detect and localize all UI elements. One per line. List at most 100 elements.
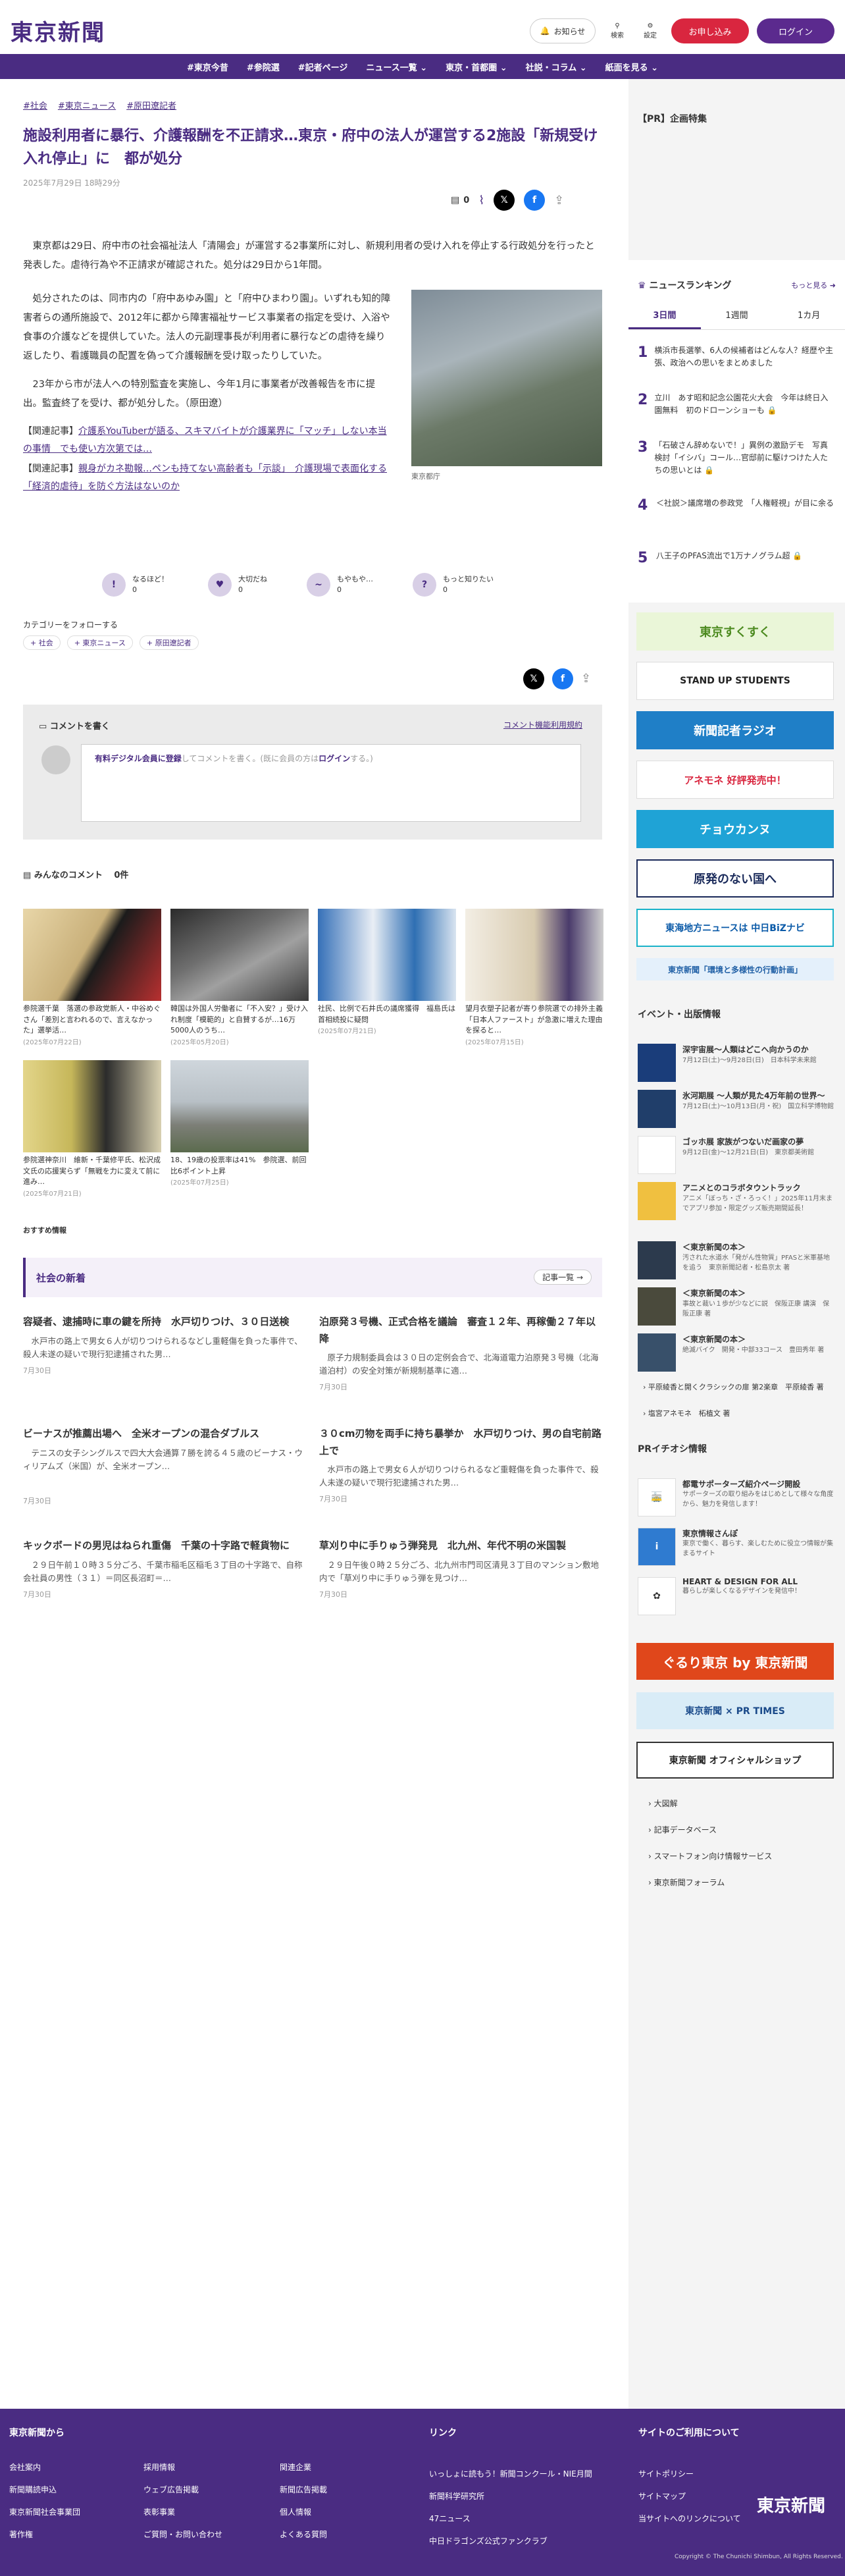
ranking-item[interactable]: 5 八王子のPFAS流出で1万ナノグラム超 🔒 [638, 550, 835, 566]
footer-logo[interactable]: 東京新聞 [757, 2492, 825, 2517]
comment-rules-link[interactable]: コメント機能利用規約 [503, 719, 582, 730]
footer-link[interactable]: サイトマップ [638, 2490, 686, 2502]
event-item[interactable]: 深宇宙展〜人類はどこへ向かうのか 7月12日(土)〜9月28日(日) 日本科学未来… [638, 1044, 835, 1082]
nav-item-election[interactable]: #参院選 [247, 61, 280, 73]
footer-link[interactable]: 当サイトへのリンクについて [638, 2513, 741, 2524]
tag-link[interactable]: #東京ニュース [58, 99, 116, 111]
event-item[interactable]: 氷河期展 〜人類が見た4万年前の世界〜 7月12日(土)〜10月13日(月・祝) … [638, 1090, 835, 1128]
news-item[interactable]: 容疑者、逮捕時に車の鍵を所持 水戸切りつけ、３０日送検 水戸市の路上で男女６人が切… [23, 1314, 306, 1376]
tab-1month[interactable]: 1カ月 [773, 302, 845, 329]
sidebar-link[interactable]: › スマートフォン向け情報サービス [648, 1850, 772, 1862]
event-item[interactable]: アニメとのコラボタウントラック アニメ「ぼっち・ざ・ろっく！」2025年11月末ま… [638, 1182, 835, 1220]
tag-link[interactable]: #社会 [23, 99, 47, 111]
footer-link[interactable]: 中日ドラゴンズ公式ファンクラブ [429, 2535, 548, 2546]
banner-reporter-radio[interactable]: 新聞記者ラジオ [636, 711, 834, 749]
event-item[interactable]: ゴッホ展 家族がつないだ画家の夢 9月12日(金)〜12月21日(日) 東京都美術… [638, 1136, 835, 1174]
reaction-button[interactable]: ! なるほど！ 0 [102, 573, 168, 597]
footer-link[interactable]: 個人情報 [280, 2506, 311, 2517]
footer-link[interactable]: 新聞広告掲載 [280, 2484, 327, 2495]
ranking-item[interactable]: 3 「石破さん辞めないで！」異例の激励デモ 写真検討「イシバ」コール…官邸前に駆け… [638, 439, 835, 477]
login-button[interactable]: ログイン [757, 18, 834, 43]
event-item[interactable]: ＜東京新聞の本＞ 絶滅バイク 開発・中部33コース 豊田秀年 著 [638, 1333, 835, 1372]
footer-link[interactable]: 関連企業 [280, 2461, 311, 2473]
footer-link[interactable]: 会社案内 [9, 2461, 41, 2473]
facebook-share-icon[interactable]: f [524, 190, 546, 211]
reaction-button[interactable]: ~ もやもや… 0 [307, 573, 373, 597]
site-logo[interactable]: 東京新聞 [11, 14, 105, 47]
x-share-icon[interactable]: 𝕏 [494, 190, 515, 211]
event-link[interactable]: › 平原綾香と開くクラシックの扉 第2楽章 平原綾香 著 [643, 1382, 824, 1392]
nav-item-tokyo-konjaku[interactable]: #東京今昔 [187, 61, 228, 73]
footer-link[interactable]: ご質問・お問い合わせ [143, 2529, 222, 2540]
footer-link[interactable]: 著作権 [9, 2529, 33, 2540]
tag-link[interactable]: #原田遼記者 [126, 99, 176, 111]
banner-gururi-tokyo[interactable]: ぐるり東京 by 東京新聞 [636, 1643, 834, 1680]
banner-prtimes[interactable]: 東京新聞 × PR TIMES [636, 1692, 834, 1729]
news-item[interactable]: ビーナスが推薦出場へ 全米オープンの混合ダブルス テニスの女子シングルスで四大大会… [23, 1426, 306, 1506]
sidebar-link[interactable]: › 記事データベース [648, 1824, 717, 1835]
tab-1week[interactable]: 1週間 [701, 302, 773, 329]
footer-link[interactable]: 東京新聞社会事業団 [9, 2506, 80, 2517]
news-item[interactable]: キックボードの男児はねられ重傷 千葉の十字路で軽貨物に ２９日午前１０時３５分ごろ… [23, 1538, 306, 1599]
ranking-item[interactable]: 1 横浜市長選挙、6人の候補者はどんな人？経歴や主張、政治への思いをまとめました [638, 344, 835, 369]
register-link[interactable]: 有料デジタル会員に登録 [95, 754, 182, 763]
footer-link[interactable]: 新聞科学研究所 [429, 2490, 484, 2502]
photo-card[interactable]: 参院選神奈川 維新・千葉修平氏、松沢成文氏の応援実らず「無戦を力に変えて前に進み… [23, 1060, 161, 1198]
search-button[interactable]: ⚲ 検索 [604, 18, 630, 43]
news-item[interactable]: 草刈り中に手りゅう弾発見 北九州、年代不明の米国製 ２９日午後０時２５分ごろ、北九… [319, 1538, 602, 1599]
signup-button[interactable]: お申し込み [671, 18, 749, 43]
footer-link[interactable]: 表彰事業 [143, 2506, 175, 2517]
nav-item-paper[interactable]: 紙面を見る ⌄ [605, 61, 658, 73]
banner-standup-students[interactable]: STAND UP STUDENTS [636, 662, 834, 700]
footer-link[interactable]: サイトポリシー [638, 2468, 694, 2479]
footer-link[interactable]: ウェブ広告掲載 [143, 2484, 199, 2495]
reaction-button[interactable]: ♥ 大切だね 0 [208, 573, 267, 597]
clip-icon[interactable]: ⌇ [478, 194, 484, 207]
footer-link[interactable]: よくある質問 [280, 2529, 327, 2540]
tab-3days[interactable]: 3日間 [628, 302, 701, 329]
reaction-button[interactable]: ? もっと知りたい 0 [413, 573, 494, 597]
nav-item-tokyo[interactable]: 東京・首都圏 ⌄ [446, 61, 507, 73]
banner-sukusuku[interactable]: 東京すくすく [636, 612, 834, 651]
comment-icon[interactable]: ▤ [451, 195, 459, 205]
x-share-icon[interactable]: 𝕏 [523, 668, 544, 689]
nav-item-reporters[interactable]: #記者ページ [298, 61, 348, 73]
sidebar-link[interactable]: › 大図解 [648, 1798, 678, 1809]
photo-card[interactable]: 18、19歳の投票率は41% 参院選、前回比6ポイント上昇 (2025年07月25… [170, 1060, 309, 1187]
banner-chokannu[interactable]: チョウカンヌ [636, 810, 834, 848]
event-item[interactable]: ＜東京新聞の本＞ 汚された水道水「発がん性物質」PFASと米軍基地を追う 東京新聞… [638, 1241, 835, 1279]
banner-anemone[interactable]: アネモネ 好評発売中！ [636, 761, 834, 799]
sidebar-link[interactable]: › 東京新聞フォーラム [648, 1877, 725, 1888]
news-item[interactable]: 泊原発３号機、正式合格を議論 審査１２年、再稼働２７年以降 原子力規制委員会は３０… [319, 1314, 602, 1392]
banner-environment[interactable]: 東京新聞「環境と多様性の行動計画」 [636, 958, 834, 980]
follow-chip[interactable]: + 原田遼記者 [139, 635, 199, 650]
article-image[interactable] [411, 290, 602, 466]
photo-card[interactable]: 韓国は外国人労働者に「不入安？」受け入れ制度「模範的」と自賛するが…16万500… [170, 909, 309, 1046]
banner-genpatsu[interactable]: 原発のない国へ [636, 859, 834, 898]
article-list-button[interactable]: 記事一覧 → [534, 1270, 592, 1285]
footer-link[interactable]: いっしょに読もう！新聞コンクール・NIE月間 [429, 2468, 592, 2479]
photo-card[interactable]: 望月衣塑子記者が寄り参院選での排外主義「日本人ファースト」が急激に増えた理由を探… [465, 909, 603, 1046]
facebook-share-icon[interactable]: f [552, 668, 573, 689]
share-icon[interactable]: ⇪ [581, 668, 591, 689]
footer-link[interactable]: 47ニュース [429, 2513, 471, 2524]
photo-card[interactable]: 社民、比例で石井氏の議席獲得 福島氏は首相続投に疑問 (2025年07月21日) [318, 909, 456, 1035]
event-link[interactable]: › 塩宮アネモネ 柘植文 著 [643, 1408, 730, 1418]
banner-chunichi-biz[interactable]: 東海地方ニュースは 中日BiZナビ [636, 909, 834, 947]
follow-chip[interactable]: + 社会 [23, 635, 61, 650]
pr-info-item[interactable]: i 東京情報さんぽ 東京で働く、暮らす、楽しむために役立つ情報が集まるサイト [638, 1528, 835, 1566]
footer-link[interactable]: 採用情報 [143, 2461, 175, 2473]
event-item[interactable]: ＜東京新聞の本＞ 事故と裁い１歩が少などに説 保阪正康 講演 保阪正康 著 [638, 1287, 835, 1326]
photo-card[interactable]: 参院選千葉 落選の参政党新人・中谷めぐさん「差別と言われるので、言えなかった」選… [23, 909, 161, 1046]
footer-link[interactable]: 新聞購読申込 [9, 2484, 57, 2495]
notification-button[interactable]: 🔔 お知らせ [530, 18, 596, 43]
ranking-item[interactable]: 4 ＜社説＞議席増の参政党 「人権軽視」が目に余る [638, 497, 835, 514]
news-item[interactable]: ３０cm刃物を両手に持ち暴挙か 水戸切りつけ、男の自宅前路上で 水戸市の路上で男女… [319, 1426, 602, 1504]
settings-button[interactable]: ⚙ 設定 [637, 18, 663, 43]
comment-input[interactable]: 有料デジタル会員に登録してコメントを書く。(既に会員の方はログインする。) [81, 744, 581, 822]
login-link[interactable]: ログイン [319, 754, 350, 763]
share-icon[interactable]: ⇪ [554, 194, 564, 207]
nav-item-news-list[interactable]: ニュース一覧 ⌄ [366, 61, 427, 73]
pr-info-item[interactable]: ✿ HEART & DESIGN FOR ALL 暮らしが楽しくなるデザインを発信中… [638, 1577, 835, 1615]
follow-chip[interactable]: + 東京ニュース [66, 635, 133, 650]
